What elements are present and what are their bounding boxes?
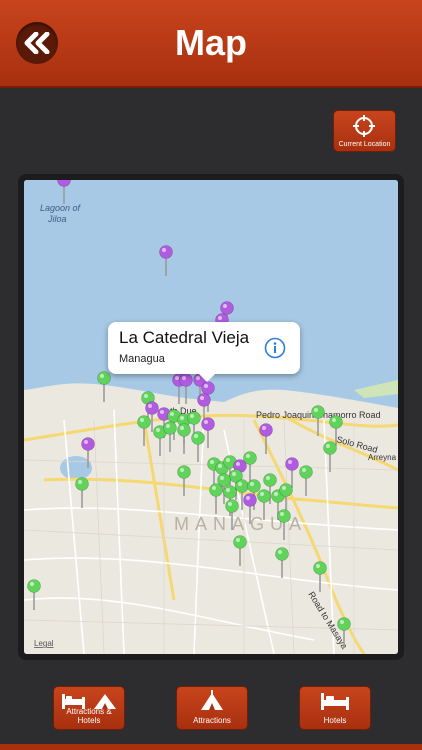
map-view[interactable]: Lagoon of Jiloa MANAGUA Pedro Joaquin Ch… [24,180,398,654]
tab-label: Attractions & Hotels [66,707,112,725]
callout-subtitle: Managua [119,353,165,365]
current-location-button[interactable]: Current Location [333,110,396,152]
tab-bar: Attractions & Hotels Attractions Hotels [0,672,422,750]
tab-label: Hotels [323,716,347,725]
map-frame: Lagoon of Jiloa MANAGUA Pedro Joaquin Ch… [18,174,404,660]
lake-label-line1: Lagoon of [40,203,82,213]
lake-label-line2: Jiloa [47,214,67,224]
tab-attractions-hotels[interactable]: Attractions & Hotels [53,686,125,730]
header-bar: Map [0,0,422,88]
bottom-strip [0,744,422,750]
tab-label: Attractions [193,716,231,725]
info-icon[interactable] [264,337,286,359]
road-label-3: Arreyna [368,453,397,462]
tent-icon [201,690,223,710]
crosshair-icon [353,115,375,137]
tab-hotels[interactable]: Hotels [299,686,371,730]
bed-icon [321,693,349,710]
current-location-label: Current Location [338,141,391,148]
callout-title: La Catedral Vieja [119,328,250,347]
page-title: Map [175,22,247,63]
legal-link: Legal [34,639,54,648]
tab-attractions[interactable]: Attractions [176,686,248,730]
